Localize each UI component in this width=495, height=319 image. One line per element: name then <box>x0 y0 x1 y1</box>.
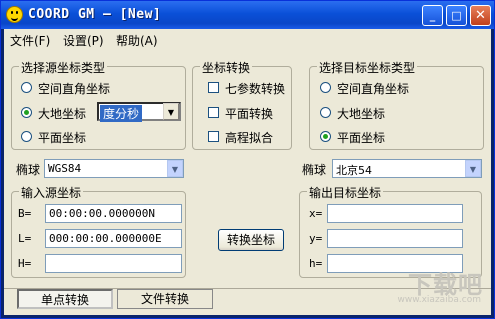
menu-help[interactable]: 帮助(A) <box>116 32 158 49</box>
tab-file-convert[interactable]: 文件转换 <box>117 289 213 309</box>
radio-indicator <box>320 131 331 142</box>
radio-label: 空间直角坐标 <box>38 82 111 96</box>
menu-file[interactable]: 文件(F) <box>10 32 50 49</box>
transform-group: 坐标转换 七参数转换 平面转换 高程拟合 <box>192 59 292 150</box>
checkbox-label: 平面转换 <box>225 107 274 121</box>
source-ellipsoid-select[interactable]: WGS84 ▼ <box>44 159 184 178</box>
input-coords-title: 输入源坐标 <box>19 184 84 201</box>
tab-single-point[interactable]: 单点转换 <box>17 289 113 309</box>
radio-label: 平面坐标 <box>337 131 386 145</box>
input-b-field[interactable]: 00:00:00.000000N <box>45 204 182 223</box>
menu-settings[interactable]: 设置(P) <box>63 32 104 49</box>
input-coords-group: 输入源坐标 B= 00:00:00.000000N L= 000:00:00.0… <box>11 184 186 278</box>
chevron-down-icon[interactable]: ▼ <box>163 103 179 120</box>
window-title: COORD GM — [New] <box>28 7 162 22</box>
radio-label: 空间直角坐标 <box>337 82 410 96</box>
radio-label: 大地坐标 <box>38 107 87 121</box>
output-y-label: y= <box>309 232 323 245</box>
radio-label: 平面坐标 <box>38 131 87 145</box>
radio-label: 大地坐标 <box>337 107 386 121</box>
transform-title: 坐标转换 <box>200 59 253 76</box>
chevron-down-icon[interactable]: ▼ <box>465 160 481 177</box>
output-x-field[interactable] <box>327 204 463 223</box>
title-bar[interactable]: COORD GM — [New] _ □ ✕ <box>1 1 494 29</box>
close-button[interactable]: ✕ <box>470 5 491 26</box>
select-value: WGS84 <box>48 162 82 175</box>
checkbox-indicator <box>208 107 219 118</box>
output-x-label: x= <box>309 207 323 220</box>
checkbox-indicator <box>208 82 219 93</box>
source-type-title: 选择源坐标类型 <box>19 59 108 76</box>
output-y-field[interactable] <box>327 229 463 248</box>
radio-indicator <box>320 82 331 93</box>
dms-format-select[interactable]: 度分秒 ▼ <box>97 102 181 122</box>
chevron-down-icon[interactable]: ▼ <box>167 160 183 177</box>
input-l-label: L= <box>18 232 32 245</box>
select-value: 北京54 <box>336 164 372 177</box>
target-type-group: 选择目标坐标类型 空间直角坐标 大地坐标 平面坐标 <box>309 59 484 150</box>
app-window: COORD GM — [New] _ □ ✕ 文件(F) 设置(P) 帮助(A)… <box>0 0 495 319</box>
checkbox-indicator <box>208 131 219 142</box>
select-value: 度分秒 <box>100 105 143 122</box>
output-h-label: h= <box>309 257 323 270</box>
output-coords-title: 输出目标坐标 <box>307 184 384 201</box>
radio-indicator <box>320 107 331 118</box>
input-h-field[interactable] <box>45 254 182 273</box>
watermark-logo: 下载吧 www.xiazaiba.com <box>393 259 485 311</box>
source-type-group: 选择源坐标类型 空间直角坐标 大地坐标 度分秒 ▼ 平面坐标 <box>11 59 186 150</box>
checkbox-label: 七参数转换 <box>225 82 286 96</box>
radio-indicator <box>21 107 32 118</box>
convert-button[interactable]: 转换坐标 <box>218 229 284 251</box>
checkbox-label: 高程拟合 <box>225 131 274 145</box>
client-area: 文件(F) 设置(P) 帮助(A) 选择源坐标类型 空间直角坐标 大地坐标 度分… <box>4 29 491 315</box>
radio-indicator <box>21 82 32 93</box>
minimize-button[interactable]: _ <box>422 5 443 26</box>
source-ellipsoid-label: 椭球 <box>16 163 41 177</box>
watermark-subtext: www.xiazaiba.com <box>397 295 481 305</box>
input-h-label: H= <box>18 257 32 270</box>
target-type-title: 选择目标坐标类型 <box>317 59 418 76</box>
target-ellipsoid-label: 椭球 <box>302 163 327 177</box>
smiley-app-icon <box>6 6 23 23</box>
maximize-button[interactable]: □ <box>446 5 467 26</box>
input-b-label: B= <box>18 207 32 220</box>
input-l-field[interactable]: 000:00:00.000000E <box>45 229 182 248</box>
menu-bar: 文件(F) 设置(P) 帮助(A) <box>4 29 491 49</box>
target-ellipsoid-select[interactable]: 北京54 ▼ <box>332 159 482 178</box>
radio-indicator <box>21 131 32 142</box>
